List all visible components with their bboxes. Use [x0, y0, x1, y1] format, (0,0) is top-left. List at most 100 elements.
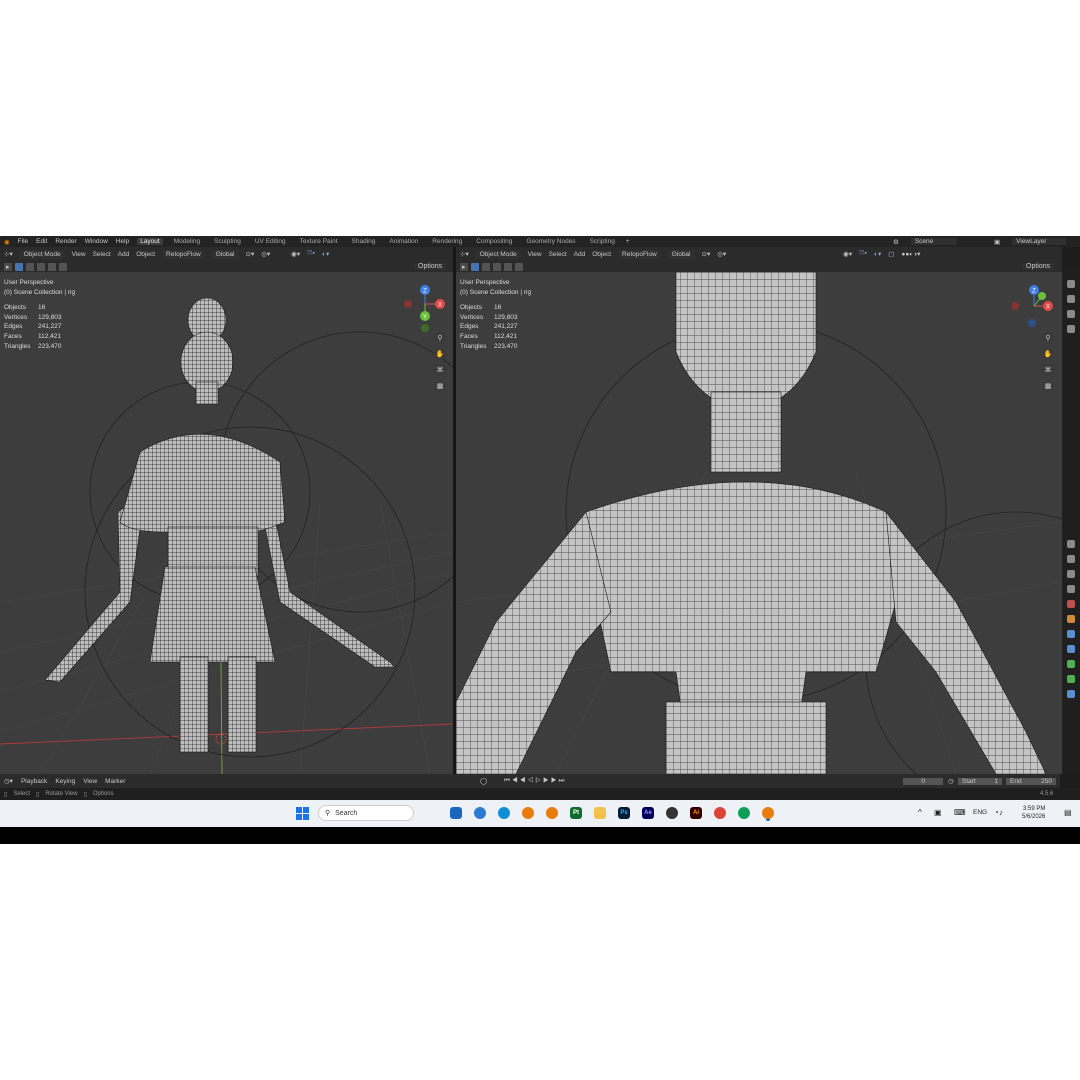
chrome-icon[interactable]: [714, 807, 726, 819]
overlay-icon[interactable]: ◐▾: [874, 250, 881, 258]
select-mode-invert-icon[interactable]: [503, 262, 512, 271]
menu-file[interactable]: File: [18, 238, 28, 245]
workspace-tab-texture-paint[interactable]: Texture Paint: [297, 238, 341, 245]
tray-app-icon[interactable]: ▣: [934, 808, 942, 817]
zbrush-icon[interactable]: [666, 807, 678, 819]
select-mode-intersect-icon[interactable]: [58, 262, 67, 271]
visibility-icon[interactable]: ◉▾: [291, 250, 300, 258]
right-mode-dropdown[interactable]: Object Mode: [475, 249, 521, 259]
world-props-icon[interactable]: [1067, 614, 1075, 623]
photoshop-icon[interactable]: Ps: [618, 807, 630, 819]
select-mode-subtract-icon[interactable]: [492, 262, 501, 271]
timeline-menu-view[interactable]: View: [83, 778, 97, 785]
proportional-edit-icon[interactable]: ◎▾: [261, 250, 270, 258]
add-workspace-button[interactable]: +: [626, 238, 630, 245]
blender-logo-icon[interactable]: ◉: [4, 238, 10, 246]
gizmo-toggle-icon[interactable]: ⤧▾: [307, 250, 315, 258]
right-options-dropdown[interactable]: Options: [1022, 263, 1055, 270]
clock-widget[interactable]: 3:59 PM 5/6/2026: [1022, 805, 1045, 821]
view-layer-props-icon[interactable]: [1067, 584, 1075, 593]
select-mode-subtract-icon[interactable]: [36, 262, 45, 271]
xray-icon[interactable]: ▢: [888, 250, 894, 258]
end-frame-field[interactable]: End 250: [1006, 777, 1056, 785]
left-menu-select[interactable]: Select: [93, 251, 111, 258]
physics-props-icon[interactable]: [1067, 659, 1075, 668]
data-props-icon[interactable]: [1067, 689, 1075, 698]
gizmo-toggle-icon[interactable]: ⤧▾: [859, 250, 867, 258]
file-explorer-icon[interactable]: [594, 807, 606, 819]
tray-chevron-icon[interactable]: ^: [918, 808, 922, 817]
visibility-icon[interactable]: ◉▾: [843, 250, 852, 258]
workspace-tab-layout[interactable]: Layout: [137, 238, 163, 245]
scene-selector[interactable]: Scene: [910, 238, 958, 245]
proportional-edit-icon[interactable]: ◎▾: [717, 250, 726, 258]
select-mode-new-icon[interactable]: [14, 262, 23, 271]
explorer-icon[interactable]: [474, 807, 486, 819]
language-indicator[interactable]: ENG: [973, 809, 987, 816]
left-options-dropdown[interactable]: Options: [414, 263, 447, 270]
render-camera-icon[interactable]: [1067, 279, 1075, 288]
timeline-menu-playback[interactable]: Playback: [21, 778, 47, 785]
substance-painter-icon[interactable]: Pt: [570, 807, 582, 819]
snap-icon[interactable]: ⊙▾: [246, 250, 255, 258]
editor-type-icon[interactable]: ⊹▾: [460, 250, 469, 258]
select-mode-new-icon[interactable]: [470, 262, 479, 271]
record-icon[interactable]: ◯: [480, 777, 487, 785]
illustrator-icon[interactable]: Ai: [690, 807, 702, 819]
blender-icon[interactable]: [546, 807, 558, 819]
workspace-tab-scripting[interactable]: Scripting: [587, 238, 618, 245]
render-camera-icon[interactable]: [1067, 324, 1075, 333]
right-navigation-gizmo[interactable]: Z X: [1012, 284, 1062, 334]
workspace-tab-geometry-nodes[interactable]: Geometry Nodes: [523, 238, 578, 245]
object-props-icon[interactable]: [1067, 629, 1075, 638]
chrome-icon[interactable]: [738, 807, 750, 819]
select-mode-extend-icon[interactable]: [25, 262, 34, 271]
timeline-menu-keying[interactable]: Keying: [55, 778, 75, 785]
pan-hand-icon[interactable]: ✋: [434, 348, 446, 360]
blender-icon[interactable]: [522, 807, 534, 819]
select-mode-invert-icon[interactable]: [47, 262, 56, 271]
workspace-tab-shading[interactable]: Shading: [349, 238, 379, 245]
zoom-icon[interactable]: ⚲: [434, 332, 446, 344]
view-layer-selector[interactable]: ViewLayer: [1012, 238, 1067, 245]
blender-icon[interactable]: [762, 807, 774, 819]
menu-window[interactable]: Window: [85, 238, 108, 245]
right-menu-object[interactable]: Object: [592, 251, 611, 258]
playback-controls[interactable]: ⏮◀◀◁▷▶▶⏭: [504, 777, 567, 785]
left-navigation-gizmo[interactable]: Z X Y: [400, 284, 450, 334]
menu-edit[interactable]: Edit: [36, 238, 47, 245]
select-tool-icon[interactable]: ▸: [4, 262, 12, 271]
right-menu-view[interactable]: View: [528, 251, 542, 258]
shading-modes-icon[interactable]: ●●◐◑▾: [901, 250, 920, 258]
edge-browser-icon[interactable]: [498, 807, 510, 819]
taskbar-search-box[interactable]: ⚲ Search: [318, 805, 414, 821]
left-menu-view[interactable]: View: [72, 251, 86, 258]
snap-icon[interactable]: ⊙▾: [702, 250, 711, 258]
overlay-icon[interactable]: ◐▾: [322, 250, 329, 258]
right-menu-add[interactable]: Add: [574, 251, 586, 258]
perspective-toggle-icon[interactable]: ▦: [434, 380, 446, 392]
left-retopoflow-menu[interactable]: RetopoFlow: [162, 249, 205, 259]
current-frame-field[interactable]: 0: [903, 777, 943, 785]
camera-view-icon[interactable]: ⌘: [1042, 364, 1054, 376]
constraints-props-icon[interactable]: [1067, 674, 1075, 683]
right-viewport[interactable]: User Perspective (0) Scene Collection | …: [456, 272, 1062, 774]
network-volume-icon[interactable]: ◔♪: [994, 808, 1003, 817]
left-viewport[interactable]: User Perspective (0) Scene Collection | …: [0, 272, 453, 774]
left-orientation-dropdown[interactable]: Global: [211, 249, 239, 259]
tool-props-icon[interactable]: [1067, 539, 1075, 548]
start-frame-field[interactable]: Start 1: [958, 777, 1002, 785]
right-orientation-dropdown[interactable]: Global: [667, 249, 695, 259]
render-props-icon[interactable]: [1067, 554, 1075, 563]
scene-props-icon[interactable]: [1067, 599, 1075, 608]
keyboard-icon[interactable]: ⌨: [954, 808, 966, 817]
zoom-icon[interactable]: ⚲: [1042, 332, 1054, 344]
workspace-tab-rendering[interactable]: Rendering: [429, 238, 465, 245]
timeline-editor-icon[interactable]: ◷▾: [4, 777, 13, 785]
workspace-tab-modeling[interactable]: Modeling: [171, 238, 203, 245]
task-view-icon[interactable]: [450, 807, 462, 819]
menu-help[interactable]: Help: [116, 238, 129, 245]
editor-type-icon[interactable]: ⊹▾: [4, 250, 13, 258]
right-retopoflow-menu[interactable]: RetopoFlow: [618, 249, 661, 259]
select-mode-intersect-icon[interactable]: [514, 262, 523, 271]
